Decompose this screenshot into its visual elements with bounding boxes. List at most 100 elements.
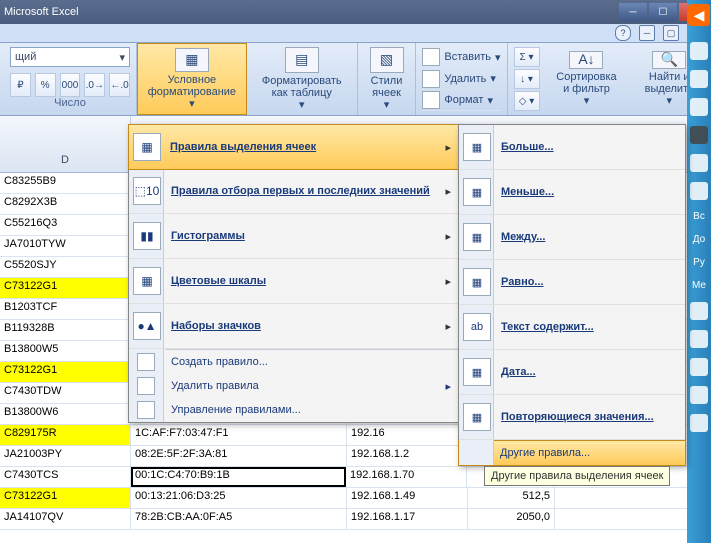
cell-d[interactable]: C73122G1 xyxy=(0,488,131,508)
duplicate-item[interactable]: ▦Повторяющиеся значения... xyxy=(459,395,685,440)
cell-f[interactable]: 192.168.1.2 xyxy=(347,446,468,466)
cell-d[interactable]: B13800W6 xyxy=(0,404,131,424)
cond-format-icon: ▦ xyxy=(175,48,209,72)
number-group: щий▾ ₽ % 000 .0→ ←.0 Число xyxy=(4,43,137,115)
number-format-combo[interactable]: щий▾ xyxy=(10,47,130,67)
side-icon-11[interactable] xyxy=(690,414,708,432)
topbot-icon: ⬚10 xyxy=(133,177,161,205)
lt-icon: ▦ xyxy=(463,178,491,206)
side-icon-6[interactable] xyxy=(690,182,708,200)
side-icon-4[interactable] xyxy=(690,126,708,144)
cell-d[interactable]: B1203TCF xyxy=(0,299,131,319)
cell-e[interactable]: 78:2B:CB:AA:0F:A5 xyxy=(131,509,347,529)
data-bars-item[interactable]: ▮▮Гистограммы▸ xyxy=(129,214,459,259)
side-icon-2[interactable] xyxy=(690,70,708,88)
cell-d[interactable]: C55216Q3 xyxy=(0,215,131,235)
editing-group: Σ ▾ ↓ ▾ ◇ ▾ A↓ Сортировка и фильтр ▾ 🔍 Н… xyxy=(508,43,711,115)
side-text-3[interactable]: Ру xyxy=(693,256,705,269)
side-icon-3[interactable] xyxy=(690,98,708,116)
side-icon-1[interactable] xyxy=(690,42,708,60)
ribbon: щий▾ ₽ % 000 .0→ ←.0 Число ▦ Условное фо… xyxy=(0,43,711,116)
iconset-icon: ●▲ xyxy=(133,312,161,340)
cell-d[interactable]: B13800W5 xyxy=(0,341,131,361)
cell-e[interactable]: 00:1C:C4:70:B9:1B xyxy=(131,467,346,487)
format-btn[interactable]: Формат ▾ xyxy=(422,90,500,111)
cell-d[interactable]: C73122G1 xyxy=(0,362,131,382)
side-icon-5[interactable] xyxy=(690,154,708,172)
sort-filter-button[interactable]: A↓ Сортировка и фильтр ▾ xyxy=(546,47,628,111)
inc-decimal-btn[interactable]: .0→ xyxy=(84,73,105,97)
styles-icon: ▧ xyxy=(370,47,404,73)
cell-f[interactable]: 192.168.1.17 xyxy=(347,509,468,529)
insert-btn[interactable]: Вставить ▾ xyxy=(422,47,500,68)
between-icon: ▦ xyxy=(463,223,491,251)
side-icon-8[interactable] xyxy=(690,330,708,348)
cell-d[interactable]: B119328B xyxy=(0,320,131,340)
cell-e[interactable]: 00:13:21:06:D3:25 xyxy=(131,488,347,508)
date-item[interactable]: ▦Дата... xyxy=(459,350,685,395)
minimize-button[interactable]: ─ xyxy=(619,3,647,21)
side-icon-9[interactable] xyxy=(690,358,708,376)
new-rule-item[interactable]: Создать правило... xyxy=(129,350,459,374)
ribbon-toggle-icon[interactable]: ▢ xyxy=(663,25,679,41)
cell-d[interactable]: C73122G1 xyxy=(0,278,131,298)
clear-btn[interactable]: ◇ ▾ xyxy=(514,91,540,111)
titlebar: Microsoft Excel ─ ☐ ✕ xyxy=(0,0,711,24)
side-icon-10[interactable] xyxy=(690,386,708,404)
cell-d[interactable]: JA21003PY xyxy=(0,446,131,466)
cell-d[interactable]: C5520SJY xyxy=(0,257,131,277)
format-icon xyxy=(422,91,440,109)
cell-d[interactable]: C83255B9 xyxy=(0,173,131,193)
less-than-item[interactable]: ▦Меньше... xyxy=(459,170,685,215)
dec-decimal-btn[interactable]: ←.0 xyxy=(109,73,130,97)
conditional-formatting-button[interactable]: ▦ Условное форматирование ▾ xyxy=(137,43,247,115)
maximize-button[interactable]: ☐ xyxy=(649,3,677,21)
fill-btn[interactable]: ↓ ▾ xyxy=(514,69,540,89)
cell-styles-button[interactable]: ▧ Стили ячеек ▾ xyxy=(358,43,417,115)
manage-rules-item[interactable]: Управление правилами... xyxy=(129,398,459,422)
percent-btn[interactable]: % xyxy=(35,73,56,97)
cell-d[interactable]: C7430TCS xyxy=(0,467,131,487)
greater-than-item[interactable]: ▦Больше... xyxy=(459,125,685,170)
table-row[interactable]: JA14107QV78:2B:CB:AA:0F:A5192.168.1.1720… xyxy=(0,509,711,530)
cell-e[interactable]: 08:2E:5F:2F:3A:81 xyxy=(131,446,347,466)
highlight-rules-submenu: ▦Больше... ▦Меньше... ▦Между... ▦Равно..… xyxy=(458,124,686,466)
col-header-D[interactable]: D xyxy=(0,116,131,172)
cell-d[interactable]: JA14107QV xyxy=(0,509,131,529)
cell-f[interactable]: 192.16 xyxy=(347,425,468,445)
side-text-4[interactable]: Ме xyxy=(692,279,706,292)
top-bottom-item[interactable]: ⬚10Правила отбора первых и последних зна… xyxy=(129,169,459,214)
cell-f[interactable]: 192.168.1.49 xyxy=(347,488,468,508)
comma-btn[interactable]: 000 xyxy=(60,73,81,97)
window-options-icon[interactable]: ─ xyxy=(639,25,655,41)
highlight-rules-item[interactable]: ▦Правила выделения ячеек▸ xyxy=(128,124,460,170)
autosum-btn[interactable]: Σ ▾ xyxy=(514,47,540,67)
text-icon: ab xyxy=(463,313,491,341)
clear-rules-item[interactable]: Удалить правила▸ xyxy=(129,374,459,398)
cell-g[interactable]: 2050,0 xyxy=(468,509,555,529)
scales-icon: ▦ xyxy=(133,267,161,295)
currency-btn[interactable]: ₽ xyxy=(10,73,31,97)
cell-d[interactable]: C829175R xyxy=(0,425,131,445)
cell-e[interactable]: 1C:AF:F7:03:47:F1 xyxy=(131,425,347,445)
insert-icon xyxy=(422,48,440,66)
sidebar-expand-icon[interactable]: ◀ xyxy=(688,4,710,26)
text-contains-item[interactable]: abТекст содержит... xyxy=(459,305,685,350)
dup-icon: ▦ xyxy=(463,403,491,431)
cell-g[interactable]: 512,5 xyxy=(468,488,555,508)
cell-f[interactable]: 192.168.1.70 xyxy=(346,467,467,487)
format-as-table-button[interactable]: ▤ Форматировать как таблицу ▾ xyxy=(247,43,358,115)
delete-btn[interactable]: Удалить ▾ xyxy=(422,69,500,90)
between-item[interactable]: ▦Между... xyxy=(459,215,685,260)
side-text-2[interactable]: До xyxy=(693,233,705,246)
side-text-1[interactable]: Вс xyxy=(693,210,705,223)
help-icon[interactable]: ? xyxy=(615,25,631,41)
cell-d[interactable]: C8292X3B xyxy=(0,194,131,214)
cell-d[interactable]: JA7010TYW xyxy=(0,236,131,256)
table-row[interactable]: C73122G100:13:21:06:D3:25192.168.1.49512… xyxy=(0,488,711,509)
color-scales-item[interactable]: ▦Цветовые шкалы▸ xyxy=(129,259,459,304)
icon-sets-item[interactable]: ●▲Наборы значков▸ xyxy=(129,304,459,349)
equal-item[interactable]: ▦Равно... xyxy=(459,260,685,305)
side-icon-7[interactable] xyxy=(690,302,708,320)
cell-d[interactable]: C7430TDW xyxy=(0,383,131,403)
